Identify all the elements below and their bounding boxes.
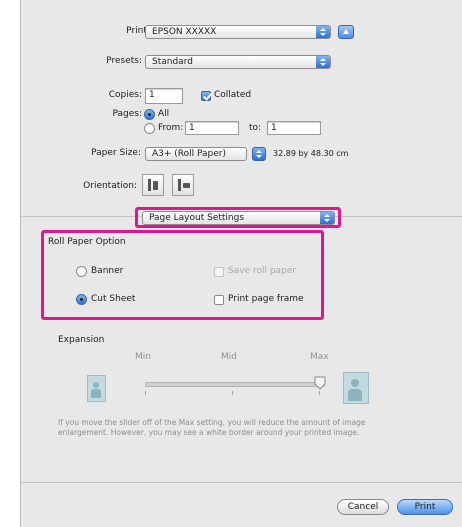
cancel-button[interactable]: Cancel	[337, 499, 389, 515]
expansion-max-label: Max	[310, 352, 329, 362]
orientation-label: Orientation:	[83, 181, 137, 191]
cut-sheet-label: Cut Sheet	[91, 294, 136, 304]
print-frame-checkbox[interactable]	[214, 295, 224, 305]
copies-field[interactable]: 1	[145, 88, 183, 104]
copies-label: Copies:	[108, 90, 142, 100]
paper-size-stepper[interactable]	[252, 147, 266, 161]
pages-to-field[interactable]: 1	[267, 121, 321, 135]
section-popup[interactable]: Page Layout Settings	[142, 211, 335, 225]
expansion-min-label: Min	[135, 352, 151, 362]
pages-all-label: All	[158, 109, 170, 119]
separator-bottom	[21, 482, 462, 483]
image-large-icon	[343, 372, 369, 404]
popup-arrows-icon	[316, 56, 330, 68]
pages-label: Pages:	[112, 109, 142, 119]
save-roll-checkbox[interactable]	[214, 267, 224, 277]
pages-from-field[interactable]: 1	[185, 121, 239, 135]
pages-from-label: From:	[158, 123, 184, 133]
paper-dimensions: 32.89 by 48.30 cm	[273, 149, 349, 158]
popup-arrows-icon	[316, 26, 330, 38]
banner-radio[interactable]	[76, 266, 87, 277]
image-small-icon	[87, 375, 106, 402]
paper-size-popup[interactable]: A3+ (Roll Paper)	[145, 147, 247, 161]
presets-label: Presets:	[106, 56, 142, 66]
printer-popup[interactable]: EPSON XXXXX	[145, 25, 331, 39]
banner-label: Banner	[91, 266, 124, 276]
help-icon[interactable]	[338, 25, 354, 39]
paper-size-label: Paper Size:	[91, 148, 141, 158]
print-frame-label: Print page frame	[228, 294, 304, 304]
collated-label: Collated	[214, 90, 252, 100]
pages-to-label: to:	[249, 123, 262, 133]
paper-size-value: A3+ (Roll Paper)	[152, 149, 227, 159]
landscape-icon[interactable]	[172, 174, 194, 196]
popup-arrows-icon	[320, 212, 334, 224]
roll-paper-title: Roll Paper Option	[48, 237, 126, 247]
collated-checkbox[interactable]	[201, 91, 211, 101]
slider-ticks	[139, 391, 324, 396]
expansion-slider-track[interactable]	[145, 382, 325, 387]
print-button[interactable]: Print	[397, 499, 453, 515]
save-roll-label: Save roll paper	[228, 266, 297, 276]
print-dialog: Printer: EPSON XXXXX Presets: Standard C…	[20, 0, 462, 527]
portrait-icon[interactable]	[142, 174, 164, 196]
expansion-title: Expansion	[58, 335, 105, 345]
slider-thumb-icon[interactable]	[314, 376, 326, 390]
cut-sheet-radio[interactable]	[76, 294, 87, 305]
pages-from-radio[interactable]	[144, 123, 155, 134]
presets-value: Standard	[152, 57, 193, 67]
pages-all-radio[interactable]	[144, 109, 155, 120]
printer-label: Printer:	[126, 26, 159, 36]
expansion-note: If you move the slider off of the Max se…	[58, 418, 366, 437]
section-popup-value: Page Layout Settings	[149, 213, 245, 223]
presets-popup[interactable]: Standard	[145, 55, 331, 69]
printer-value: EPSON XXXXX	[152, 27, 217, 37]
expansion-mid-label: Mid	[221, 352, 237, 362]
